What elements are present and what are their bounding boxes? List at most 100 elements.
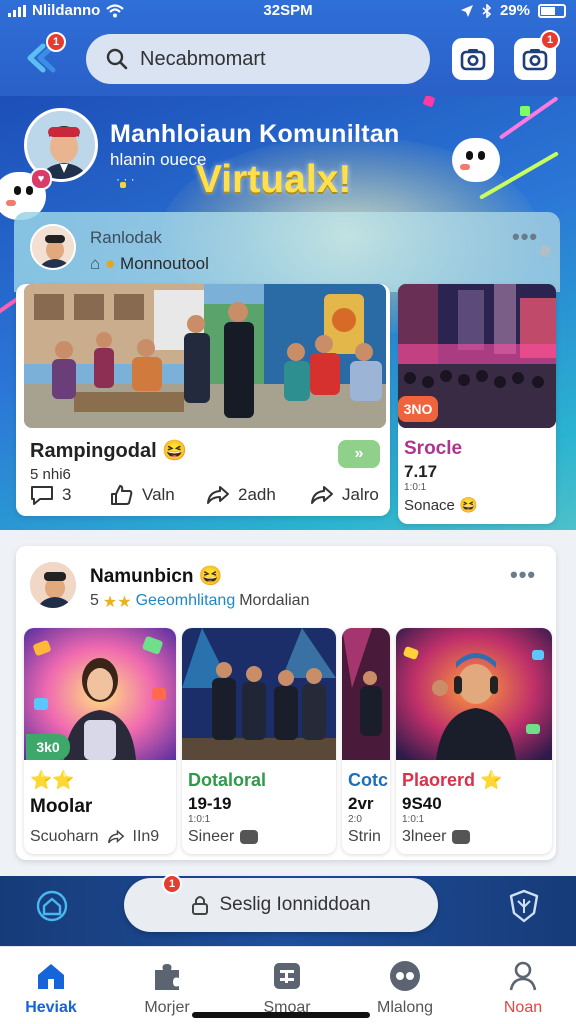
forward-action[interactable]: Jalro — [310, 484, 379, 506]
home-outline-button[interactable] — [32, 886, 72, 926]
location-arrow-icon — [460, 4, 473, 17]
floating-action-badge: 1 — [162, 874, 182, 894]
author-avatar[interactable] — [30, 224, 76, 270]
item-small: 1:0:1 — [188, 814, 211, 825]
search-bar[interactable] — [86, 34, 430, 84]
profile-icon — [506, 959, 540, 993]
side-count: 7.17 — [404, 462, 438, 481]
back-badge: 1 — [46, 32, 66, 52]
hero-headline: Virtualx! — [196, 158, 352, 201]
location-pin-icon: ⌂ — [90, 254, 101, 273]
play-button[interactable]: » — [338, 440, 380, 468]
featured-post-card[interactable]: Ranlodak ⌂ ● Monnoutool ••• Rampingodal … — [14, 212, 560, 524]
featured-post-header — [14, 212, 560, 292]
like-icon — [111, 485, 133, 505]
lock-icon — [192, 896, 209, 915]
share-icon — [207, 486, 229, 504]
coin-icon: ● — [105, 254, 116, 273]
comment-action[interactable]: 3 — [30, 484, 71, 506]
featured-side-post[interactable]: 3NO Srocle 7.17 1:0:1 Sonace 😆 — [398, 284, 556, 524]
community-post-card[interactable]: Namunbicn 😆 5 ★★ Geeomhlitang Mordalian … — [16, 546, 556, 860]
camera-badge: 1 — [540, 30, 560, 50]
floating-action-label: Seslig Ionniddoan — [219, 894, 371, 915]
community-item-2[interactable]: Dotaloral 19-19 1:0:1 Sineer — [182, 628, 336, 854]
side-footer: Sonace 😆 — [404, 497, 478, 514]
hero-title: Manhloiaun Komuniltan — [110, 120, 400, 148]
share-icon[interactable] — [107, 829, 125, 845]
floating-action-button[interactable]: Seslig Ionniddoan 1 — [124, 874, 438, 932]
share-action[interactable]: 2adh — [206, 484, 276, 506]
community-item-4[interactable]: Plaorerd ⭐ 9S40 1:0:1 3lneer — [396, 628, 552, 854]
battery-icon — [538, 3, 566, 18]
status-bar: Nlildanno 32SPM 29% — [0, 0, 576, 24]
hero-subtitle: hlanin ouece — [110, 150, 207, 169]
home-indicator — [192, 1012, 370, 1018]
more-options-icon[interactable]: ••• — [512, 224, 538, 250]
back-button[interactable]: 1 — [22, 32, 66, 78]
featured-main-post[interactable]: Rampingodal 😆 5 nhi6 » 3 Valn 2adh Jalro — [16, 284, 390, 516]
search-input[interactable] — [140, 47, 400, 71]
shield-icon — [509, 889, 539, 923]
chat-bubble-icon[interactable] — [240, 830, 259, 844]
item-footer: Strin — [348, 828, 381, 845]
hero-heart-badge: ♥ — [30, 168, 52, 190]
item-value: 2vr — [348, 794, 374, 813]
featured-author-subtitle: ⌂ ● Monnoutool — [90, 254, 209, 273]
man-headphones-image — [396, 628, 552, 760]
featured-author-name[interactable]: Ranlodak — [90, 228, 162, 248]
community-meta: 5 ★★ Geeomhlitang Mordalian — [90, 592, 310, 611]
side-title[interactable]: Srocle — [404, 438, 462, 460]
camera-icon — [522, 49, 548, 71]
star-rating-icon: ⭐⭐ — [30, 770, 75, 790]
community-author-avatar[interactable] — [28, 560, 78, 610]
tab-home[interactable]: Heviak — [6, 959, 96, 1017]
side-small: 1:0:1 — [404, 482, 427, 493]
group-meeting-image — [182, 628, 336, 760]
item-value: 19-19 — [188, 794, 232, 813]
camera-icon — [460, 49, 486, 71]
side-tag: 3NO — [398, 396, 438, 422]
tab-chat[interactable]: Mlalong — [360, 959, 450, 1017]
item-small: 2:0 — [348, 814, 362, 825]
more-options-icon[interactable]: ••• — [510, 562, 536, 588]
double-chevron-right-icon: » — [354, 445, 364, 462]
avatar-portrait-icon — [30, 562, 76, 608]
featured-main-meta: 5 nhi6 — [30, 466, 71, 483]
item-value: 9S40 — [402, 794, 442, 813]
item-tag: 3k0 — [26, 734, 70, 760]
group-photo-image — [24, 284, 386, 428]
item-title: Dotaloral — [188, 770, 267, 790]
item-footer: Sineer — [188, 828, 259, 846]
featured-main-photo[interactable] — [24, 284, 386, 428]
hero-dots: · · · — [116, 172, 135, 186]
puzzle-icon — [150, 959, 184, 993]
item-footer: Scuoharn IIn9 — [30, 828, 160, 845]
community-item-3[interactable]: Cotc 2vr 2:0 Strin — [342, 628, 390, 854]
calendar-icon — [270, 959, 304, 993]
stage-photo-image — [342, 628, 390, 760]
tab-calendar[interactable]: Smoar — [242, 959, 332, 1017]
bluetooth-icon — [482, 3, 492, 18]
hero-streak — [498, 96, 559, 140]
tab-puzzle[interactable]: Morjer — [122, 959, 212, 1017]
item-small: 1:0:1 — [402, 814, 425, 825]
community-item-1[interactable]: 3k0 ⭐⭐ Moolar Scuoharn IIn9 — [24, 628, 176, 854]
camera-notifications-button[interactable]: 1 — [514, 30, 560, 80]
chat-bubble-icon[interactable] — [452, 830, 471, 844]
featured-main-title[interactable]: Rampingodal 😆 — [30, 438, 187, 463]
item-title: Moolar — [30, 796, 93, 817]
battery-percent: 29% — [499, 2, 530, 19]
community-author-name[interactable]: Namunbicn 😆 — [90, 564, 222, 588]
home-icon — [34, 959, 68, 993]
concert-photo[interactable]: 3NO — [398, 284, 556, 428]
hero-confetti — [520, 106, 530, 116]
shield-button[interactable] — [504, 886, 544, 926]
hero-mascot-right — [452, 138, 500, 182]
item-footer: 3lneer — [402, 828, 471, 846]
status-right: 29% — [460, 2, 566, 19]
chat-bubble-icon — [388, 959, 422, 993]
camera-button[interactable] — [452, 38, 494, 80]
like-action[interactable]: Valn — [110, 484, 175, 506]
tab-profile[interactable]: Noan — [478, 959, 568, 1017]
search-icon — [106, 48, 128, 70]
